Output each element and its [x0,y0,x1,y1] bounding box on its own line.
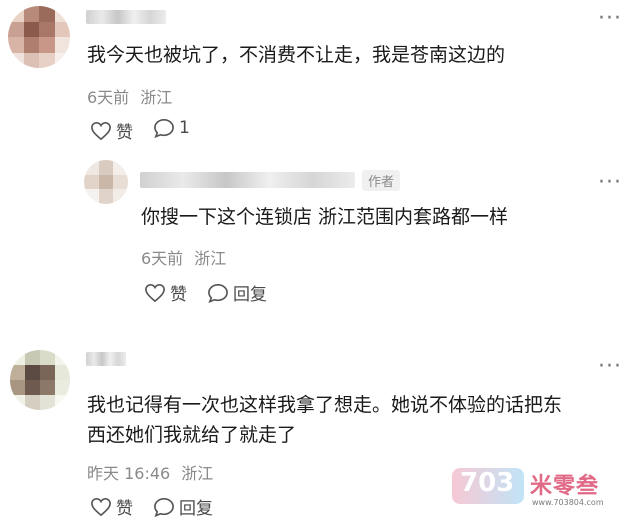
comment-bubble-icon [154,497,174,517]
avatar[interactable] [10,350,70,410]
reply-location: 浙江 [194,249,227,268]
reply-time: 6天前 [141,249,184,268]
reply-count: 1 [179,118,190,138]
more-options-icon[interactable]: ··· [598,8,622,30]
username-blurred[interactable] [86,10,166,24]
comment-location: 浙江 [140,88,173,107]
comment-location: 浙江 [181,464,214,483]
reply-label: 回复 [179,499,213,519]
comment-text-line-2: 西还她们我就给了就走了 [87,424,297,446]
reply-button[interactable]: 回复 [153,494,213,519]
reply-label: 回复 [233,285,267,305]
heart-icon [91,497,111,516]
comment-time: 昨天 16:46 [87,464,171,483]
heart-icon [91,121,111,140]
author-badge: 作者 [362,170,401,191]
reply-button[interactable]: 1 [153,118,190,138]
more-options-icon[interactable]: ··· [598,356,622,378]
reply-button[interactable]: 回复 [207,280,267,305]
watermark-logo: 703 [460,468,515,498]
reply-meta: 6天前 浙江 [141,245,226,269]
comment-text: 我今天也被坑了，不消费不让走，我是苍南这边的 [87,44,506,66]
watermark: 703 米零叁 www.703804.com [452,466,622,512]
more-options-icon[interactable]: ··· [598,172,622,194]
username-blurred[interactable] [86,352,126,366]
comment-text-line-1: 我也记得有一次也这样我拿了想走。她说不体验的话把东 [87,394,563,416]
like-label: 赞 [116,123,133,143]
comment-time: 6天前 [87,88,130,107]
watermark-url: www.703804.com [532,498,604,507]
comment-meta: 6天前 浙江 [87,84,172,108]
heart-icon [145,283,165,302]
username-blurred[interactable] [140,172,355,188]
comment-meta: 昨天 16:46 浙江 [87,460,213,484]
avatar[interactable] [8,6,70,68]
watermark-name: 米零叁 [530,474,600,499]
avatar[interactable] [84,160,128,204]
comment-bubble-icon [154,118,174,138]
reply-text: 你搜一下这个连锁店 浙江范围内套路都一样 [141,206,509,228]
like-label: 赞 [170,285,187,305]
like-label: 赞 [116,499,133,519]
comment-bubble-icon [208,283,228,303]
like-button[interactable]: 赞 [90,494,133,519]
like-button[interactable]: 赞 [90,118,133,143]
like-button[interactable]: 赞 [144,280,187,305]
